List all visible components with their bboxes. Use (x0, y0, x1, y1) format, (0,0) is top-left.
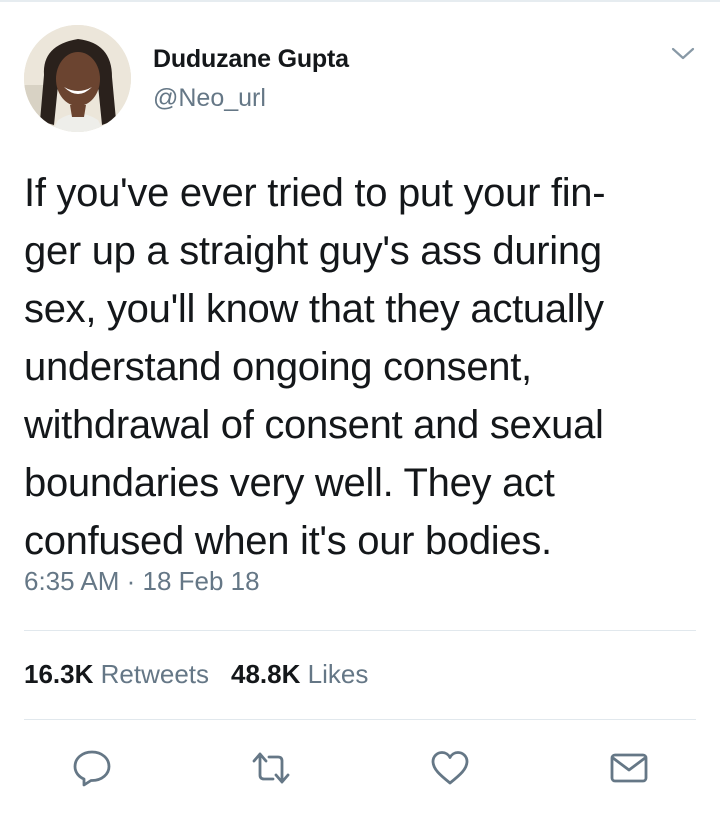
share-button[interactable] (609, 748, 649, 788)
retweets-stat[interactable]: 16.3K Retweets (24, 659, 209, 689)
likes-stat[interactable]: 48.8K Likes (231, 659, 368, 689)
mail-icon (610, 753, 648, 783)
user-handle[interactable]: @Neo_url (153, 84, 266, 113)
tweet-timestamp[interactable]: 6:35 AM · 18 Feb 18 (24, 566, 260, 597)
reply-button[interactable] (72, 748, 112, 788)
retweets-count: 16.3K (24, 659, 94, 689)
tweet-text-line: confused when it's our bodies. (24, 519, 552, 563)
avatar[interactable] (24, 25, 131, 132)
tweet-text: If you've ever tried to put your fin- ge… (24, 164, 692, 570)
reply-icon (73, 750, 111, 787)
top-divider (0, 0, 720, 2)
tweet-text-line: withdrawal of consent and sexual (24, 403, 604, 447)
tweet-text-line: boundaries very well. They act (24, 461, 555, 505)
divider (24, 719, 696, 720)
likes-label: Likes (307, 659, 369, 689)
tweet-text-line: sex, you'll know that they actually (24, 287, 604, 331)
engagement-stats: 16.3K Retweets 48.8K Likes (24, 659, 368, 690)
heart-icon (431, 751, 469, 785)
divider (24, 630, 696, 631)
retweet-button[interactable] (251, 748, 291, 788)
likes-count: 48.8K (231, 659, 301, 689)
chevron-down-icon[interactable] (670, 44, 696, 64)
tweet-text-line: If you've ever tried to put your fin- (24, 171, 606, 215)
tweet-text-line: understand ongoing consent, (24, 345, 532, 389)
retweet-icon (252, 752, 290, 784)
display-name[interactable]: Duduzane Gupta (153, 45, 349, 74)
retweets-label: Retweets (100, 659, 210, 689)
tweet-text-line: ger up a straight guy's ass during (24, 229, 602, 273)
like-button[interactable] (430, 748, 470, 788)
